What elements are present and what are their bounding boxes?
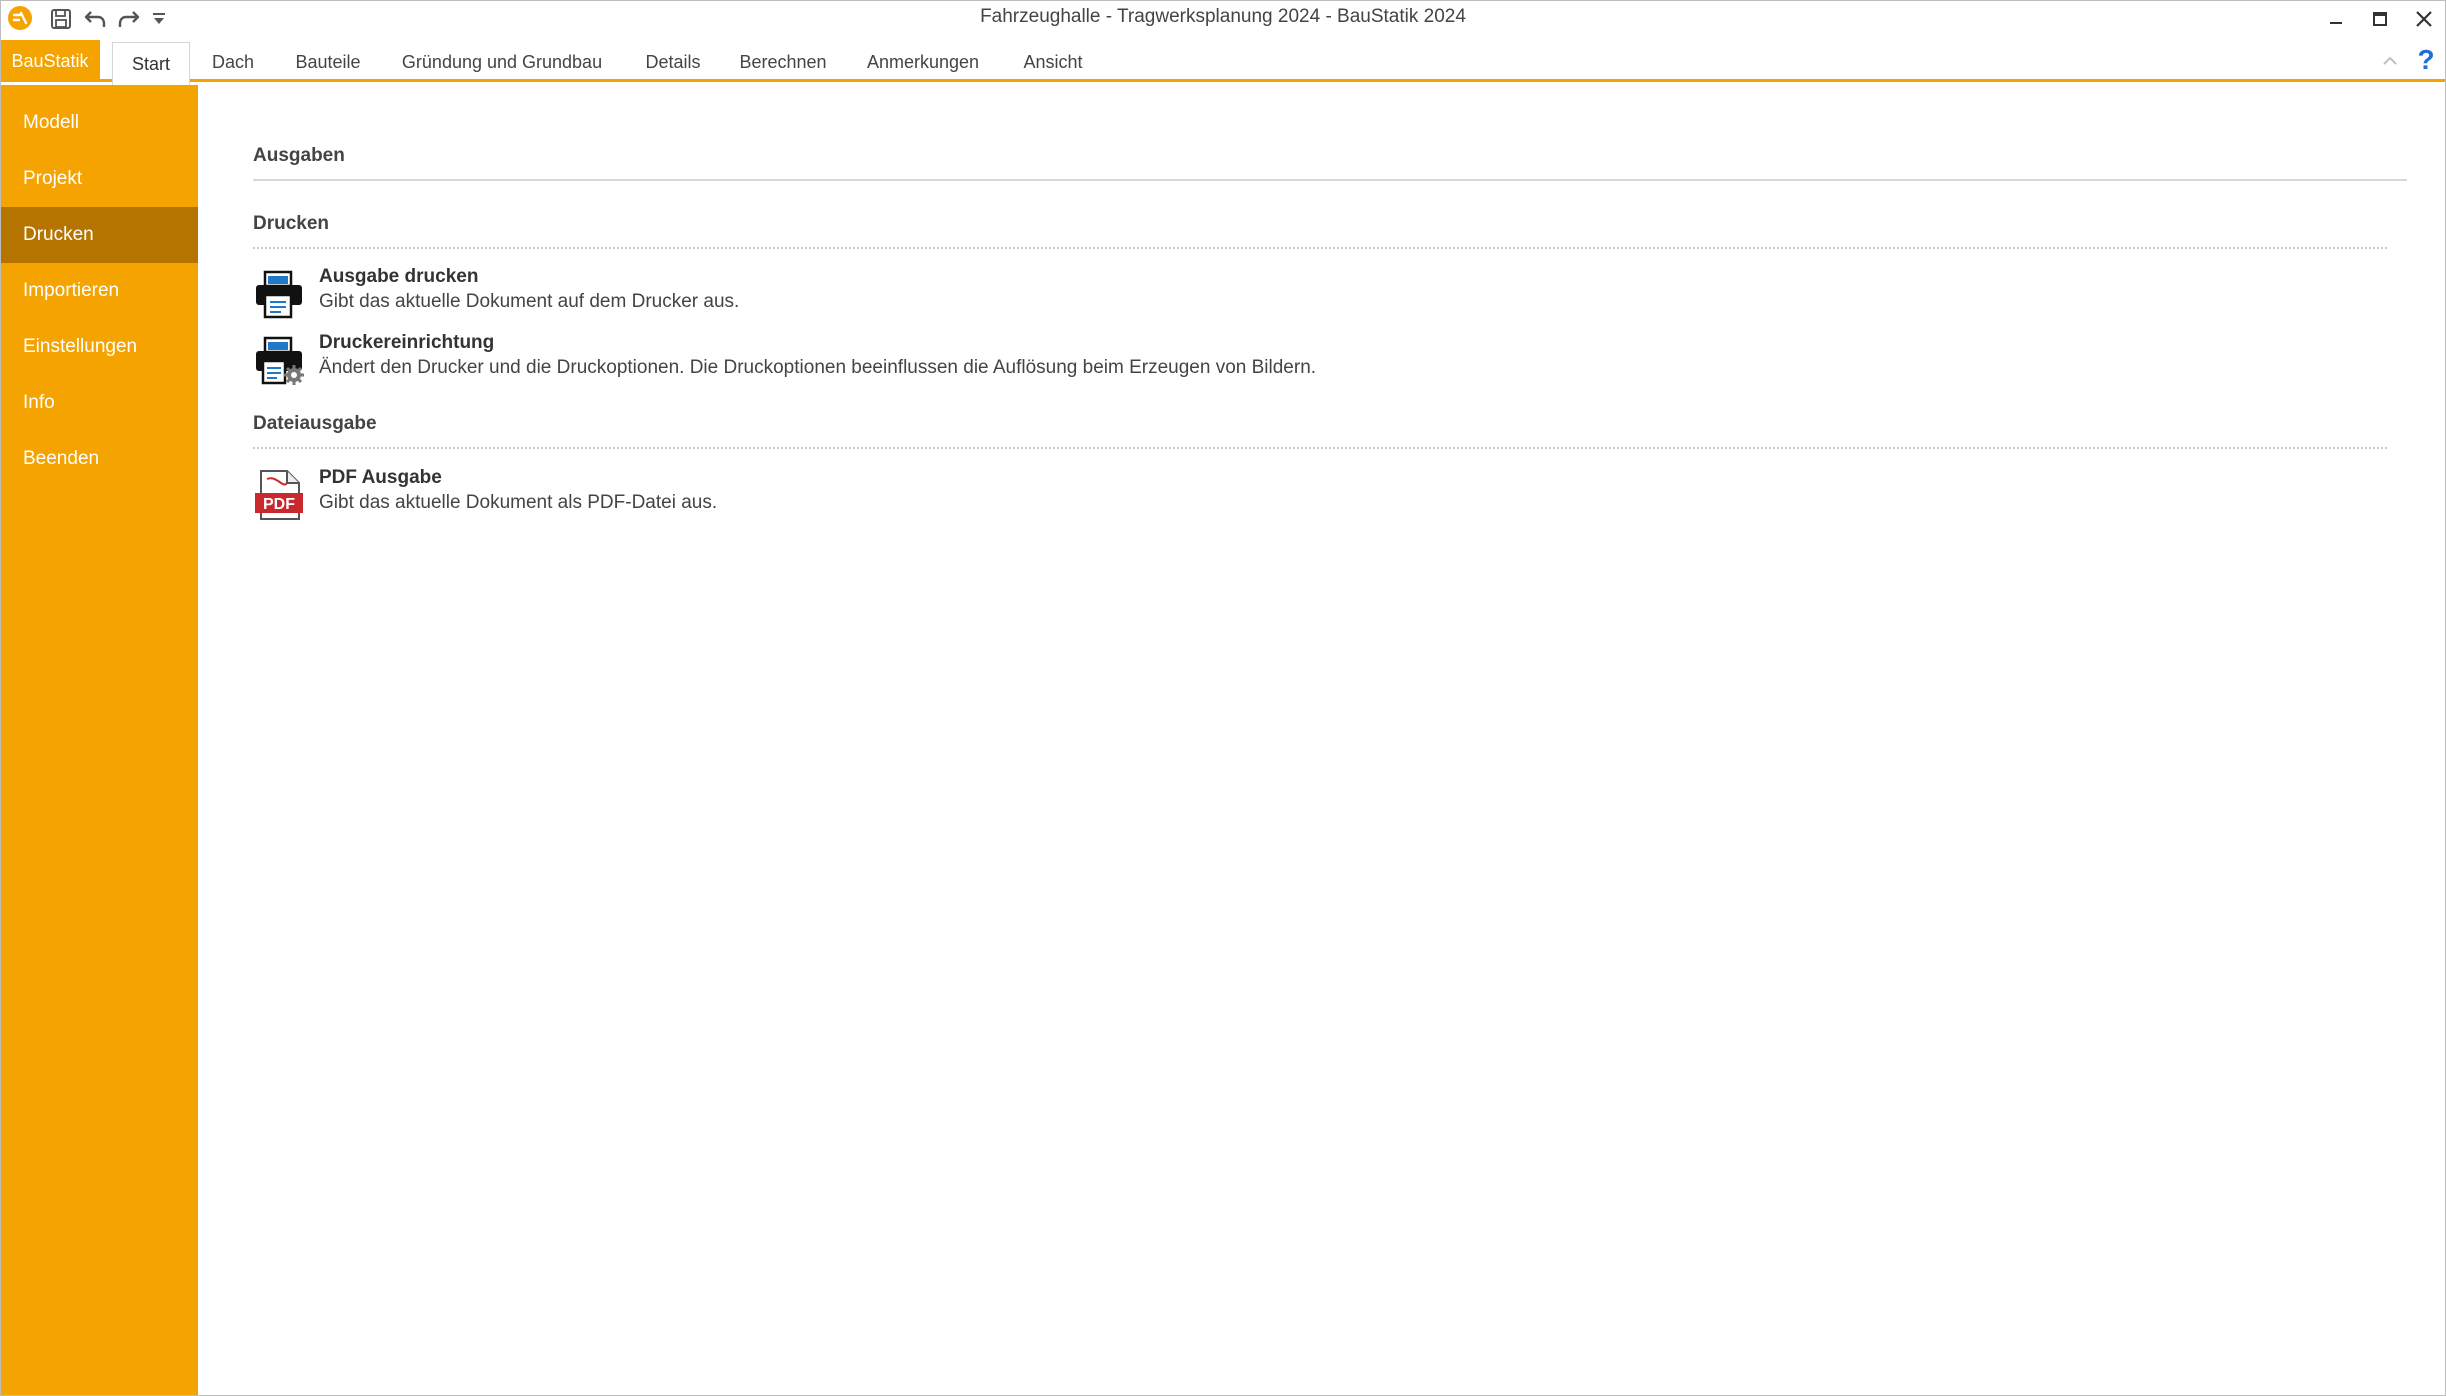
ribbon-tab-bar: BauStatik Start Dach Bauteile Gründung u… (0, 40, 2446, 85)
command-title: Ausgabe drucken (319, 266, 479, 287)
close-button[interactable] (2402, 0, 2446, 38)
command-title: PDF Ausgabe (319, 467, 442, 488)
command-title: Druckereinrichtung (319, 332, 495, 353)
tab-dach[interactable]: Dach (200, 42, 266, 82)
command-description: Ändert den Drucker und die Druckoptionen… (319, 357, 1317, 378)
group-title-dateiausgabe: Dateiausgabe (253, 413, 377, 434)
pdf-icon: PDF (253, 469, 305, 521)
backstage-content: Ausgaben Drucken Ausgabe drucken Gibt da… (198, 85, 2446, 1396)
group-divider (253, 447, 2387, 449)
title-bar: Fahrzeughalle - Tragwerksplanung 2024 - … (0, 0, 2446, 38)
tab-anmerkungen[interactable]: Anmerkungen (858, 42, 988, 82)
pdf-output-command[interactable]: PDF PDF Ausgabe Gibt das aktuelle Dokume… (253, 467, 1653, 527)
window-title: Fahrzeughalle - Tragwerksplanung 2024 - … (980, 6, 1466, 27)
sidebar-item-projekt[interactable]: Projekt (0, 151, 198, 207)
printer-icon (253, 268, 305, 320)
maximize-button[interactable] (2358, 0, 2402, 38)
title-divider (253, 179, 2407, 181)
group-title-drucken: Drucken (253, 213, 330, 234)
sidebar-item-modell[interactable]: Modell (0, 95, 198, 151)
printer-setup-command[interactable]: Druckereinrichtung Ändert den Drucker un… (253, 332, 1653, 392)
tab-bauteile[interactable]: Bauteile (280, 42, 376, 82)
backstage-sidebar: Modell Projekt Drucken Importieren Einst… (0, 85, 198, 1396)
tab-berechnen[interactable]: Berechnen (732, 42, 834, 82)
command-description: Gibt das aktuelle Dokument auf dem Druck… (319, 291, 740, 312)
sidebar-item-info[interactable]: Info (0, 375, 198, 431)
help-icon[interactable]: ? (2412, 44, 2440, 76)
tab-ansicht[interactable]: Ansicht (1012, 42, 1094, 82)
file-tab[interactable]: BauStatik (0, 40, 100, 82)
page-title: Ausgaben (253, 145, 345, 166)
ribbon-collapse-icon[interactable] (2378, 48, 2402, 72)
sidebar-item-drucken[interactable]: Drucken (0, 207, 198, 263)
tab-gruendung-und-grundbau[interactable]: Gründung und Grundbau (392, 42, 612, 82)
pdf-icon-label: PDF (263, 496, 295, 513)
sidebar-item-einstellungen[interactable]: Einstellungen (0, 319, 198, 375)
sidebar-item-importieren[interactable]: Importieren (0, 263, 198, 319)
printer-settings-icon (253, 334, 305, 386)
print-output-command[interactable]: Ausgabe drucken Gibt das aktuelle Dokume… (253, 266, 1653, 326)
minimize-button[interactable] (2314, 0, 2358, 38)
group-divider (253, 247, 2387, 249)
tab-details[interactable]: Details (630, 42, 716, 82)
command-description: Gibt das aktuelle Dokument als PDF-Datei… (319, 492, 718, 513)
tab-start[interactable]: Start (112, 42, 190, 85)
sidebar-item-beenden[interactable]: Beenden (0, 431, 198, 487)
